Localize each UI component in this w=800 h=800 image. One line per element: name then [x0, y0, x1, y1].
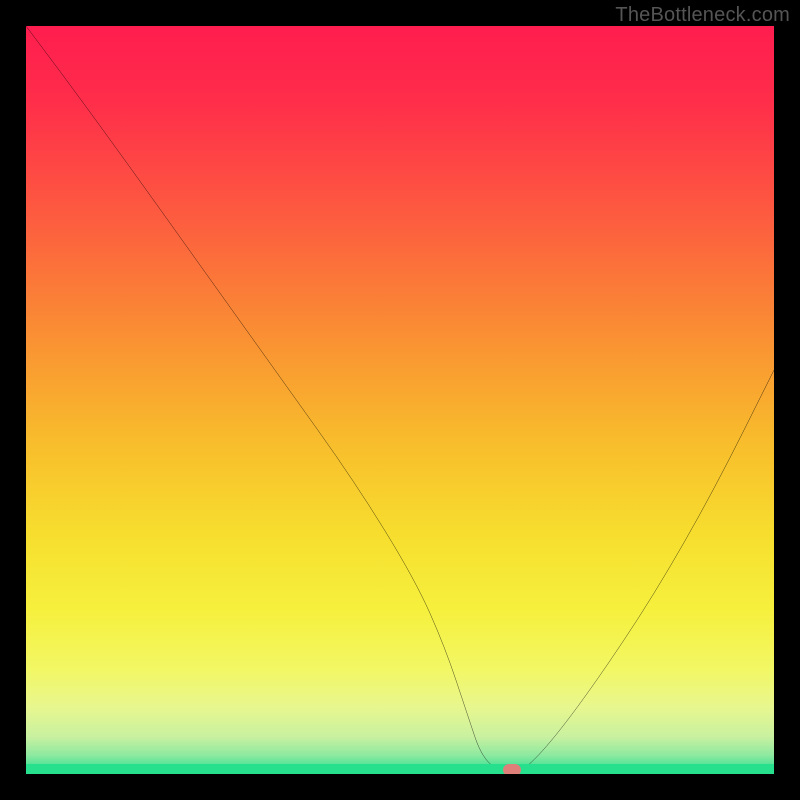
- watermark-text: TheBottleneck.com: [615, 4, 790, 27]
- plot-area: [26, 26, 774, 774]
- chart-bottom-band: [26, 764, 774, 774]
- bottleneck-curve: [26, 26, 774, 774]
- curve-path: [26, 26, 774, 774]
- chart-stage: TheBottleneck.com: [0, 0, 800, 800]
- optimal-point-marker: [503, 764, 521, 774]
